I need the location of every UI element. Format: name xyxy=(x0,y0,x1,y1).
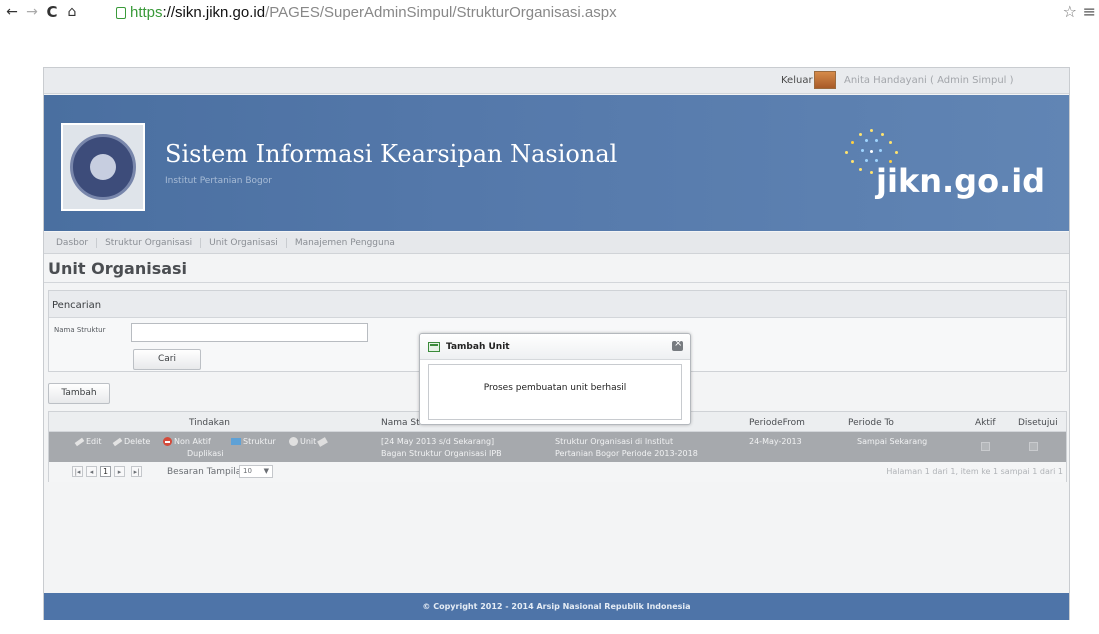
delete-icon xyxy=(112,437,123,446)
unit-label: Unit xyxy=(300,437,317,446)
minus-circle-icon xyxy=(163,437,172,446)
bookmark-star-icon[interactable]: ☆ xyxy=(1063,2,1077,21)
row-name-period: [24 May 2013 s/d Sekarang] xyxy=(381,437,495,446)
delete-action[interactable]: Delete xyxy=(112,437,151,446)
lock-icon xyxy=(116,7,126,19)
back-icon[interactable]: ← xyxy=(2,2,22,22)
col-name[interactable]: Nama St xyxy=(381,418,420,428)
dialog-body: Proses pembuatan unit berhasil xyxy=(428,364,682,420)
seal-icon xyxy=(70,134,136,200)
search-heading: Pencarian xyxy=(49,291,1066,318)
home-icon[interactable]: ⌂ xyxy=(62,2,82,22)
pager: |◂ ◂ 1 ▸ ▸| Besaran Tampilan 10 ▼ Halaman… xyxy=(49,462,1066,482)
site-title: Sistem Informasi Kearsipan Nasional xyxy=(165,140,618,168)
dialog-message: Proses pembuatan unit berhasil xyxy=(483,383,627,393)
url-host: ://sikn.jikn.go.id xyxy=(162,3,266,21)
chevron-down-icon: ▼ xyxy=(263,467,269,475)
window-icon xyxy=(428,342,440,352)
avatar xyxy=(814,71,836,89)
page-size-label: Besaran Tampilan xyxy=(167,467,247,477)
address-bar[interactable]: https://sikn.jikn.go.id/PAGES/SuperAdmin… xyxy=(116,2,1084,22)
pencil-icon xyxy=(74,437,85,446)
footer: © Copyright 2012 - 2014 Arsip Nasional R… xyxy=(44,593,1069,620)
site-subtitle: Institut Pertanian Bogor xyxy=(165,176,272,186)
page-number[interactable]: 1 xyxy=(100,466,111,477)
search-input[interactable] xyxy=(131,323,368,342)
logout-link[interactable]: Keluar xyxy=(781,75,813,86)
prev-page-icon[interactable]: ◂ xyxy=(86,466,97,477)
jikn-brand: jikn.go.id xyxy=(876,162,1046,200)
browser-menu-icon[interactable]: ≡ xyxy=(1083,2,1096,21)
main-nav: Dasbor Struktur Organisasi Unit Organisa… xyxy=(44,232,1069,254)
search-label: Nama Struktur xyxy=(54,326,106,334)
tab-unit-organisasi[interactable]: Unit Organisasi xyxy=(201,237,287,248)
edit-action[interactable]: Edit xyxy=(74,437,102,446)
search-button[interactable]: Cari xyxy=(133,349,201,370)
institution-logo xyxy=(61,123,145,211)
duplicate-action[interactable]: Duplikasi xyxy=(187,449,224,458)
row-desc-2: Pertanian Bogor Periode 2013-2018 xyxy=(555,449,698,458)
pager-info: Halaman 1 dari 1, item ke 1 sampai 1 dar… xyxy=(886,467,1063,476)
page-size-value: 10 xyxy=(243,467,252,475)
dialog-header: Tambah Unit xyxy=(420,334,690,360)
title-divider xyxy=(44,282,1069,283)
structure-label: Struktur xyxy=(243,437,276,446)
page-size-select[interactable]: 10 ▼ xyxy=(239,465,273,478)
row-name: Bagan Struktur Organisasi IPB xyxy=(381,449,502,458)
structure-icon xyxy=(231,438,241,445)
non-active-label: Non Aktif xyxy=(174,437,211,446)
close-icon[interactable] xyxy=(672,338,683,351)
approved-checkbox xyxy=(1029,442,1038,451)
col-active[interactable]: Aktif xyxy=(975,418,996,428)
dialog-title: Tambah Unit xyxy=(446,342,510,352)
non-active-action[interactable]: Non Aktif xyxy=(163,437,211,446)
structure-action[interactable]: Struktur xyxy=(231,437,276,446)
user-name[interactable]: Anita Handayani ( Admin Simpul ) xyxy=(844,75,1014,86)
page-title: Unit Organisasi xyxy=(48,259,188,278)
site-banner: Sistem Informasi Kearsipan Nasional Inst… xyxy=(44,95,1069,231)
forward-icon[interactable]: → xyxy=(22,2,42,22)
col-actions: Tindakan xyxy=(189,418,230,428)
row-period-to: Sampai Sekarang xyxy=(857,437,928,446)
browser-toolbar: ← → C ⌂ https://sikn.jikn.go.id/PAGES/Su… xyxy=(0,0,1099,24)
row-desc-1: Struktur Organisasi di Institut xyxy=(555,437,674,446)
url-scheme: https xyxy=(130,3,163,21)
row-period-from: 24-May-2013 xyxy=(749,437,802,446)
active-checkbox xyxy=(981,442,990,451)
table-row[interactable]: Edit Delete Non Aktif Struktur Unit Dupl… xyxy=(49,432,1066,462)
delete-label: Delete xyxy=(124,437,151,446)
tab-struktur-organisasi[interactable]: Struktur Organisasi xyxy=(97,237,202,248)
reload-icon[interactable]: C xyxy=(42,2,62,22)
first-page-icon[interactable]: |◂ xyxy=(72,466,83,477)
add-unit-dialog: Tambah Unit Proses pembuatan unit berhas… xyxy=(419,333,691,425)
add-button[interactable]: Tambah xyxy=(48,383,110,404)
col-period-to[interactable]: Periode To xyxy=(848,418,894,428)
user-bar: Keluar Anita Handayani ( Admin Simpul ) xyxy=(44,68,1069,94)
last-page-icon[interactable]: ▸| xyxy=(131,466,142,477)
col-period-from[interactable]: PeriodeFrom xyxy=(749,418,805,428)
tab-manajemen-pengguna[interactable]: Manajemen Pengguna xyxy=(287,238,403,248)
url-path: /PAGES/SuperAdminSimpul/StrukturOrganisa… xyxy=(265,3,617,21)
tab-dasbor[interactable]: Dasbor xyxy=(48,237,98,248)
unit-action[interactable]: Unit xyxy=(289,436,329,447)
edit-label: Edit xyxy=(86,437,102,446)
unit-icon xyxy=(289,437,298,446)
col-approved[interactable]: Disetujui xyxy=(1018,418,1058,428)
next-page-icon[interactable]: ▸ xyxy=(114,466,125,477)
duplicate-icon xyxy=(317,436,329,447)
